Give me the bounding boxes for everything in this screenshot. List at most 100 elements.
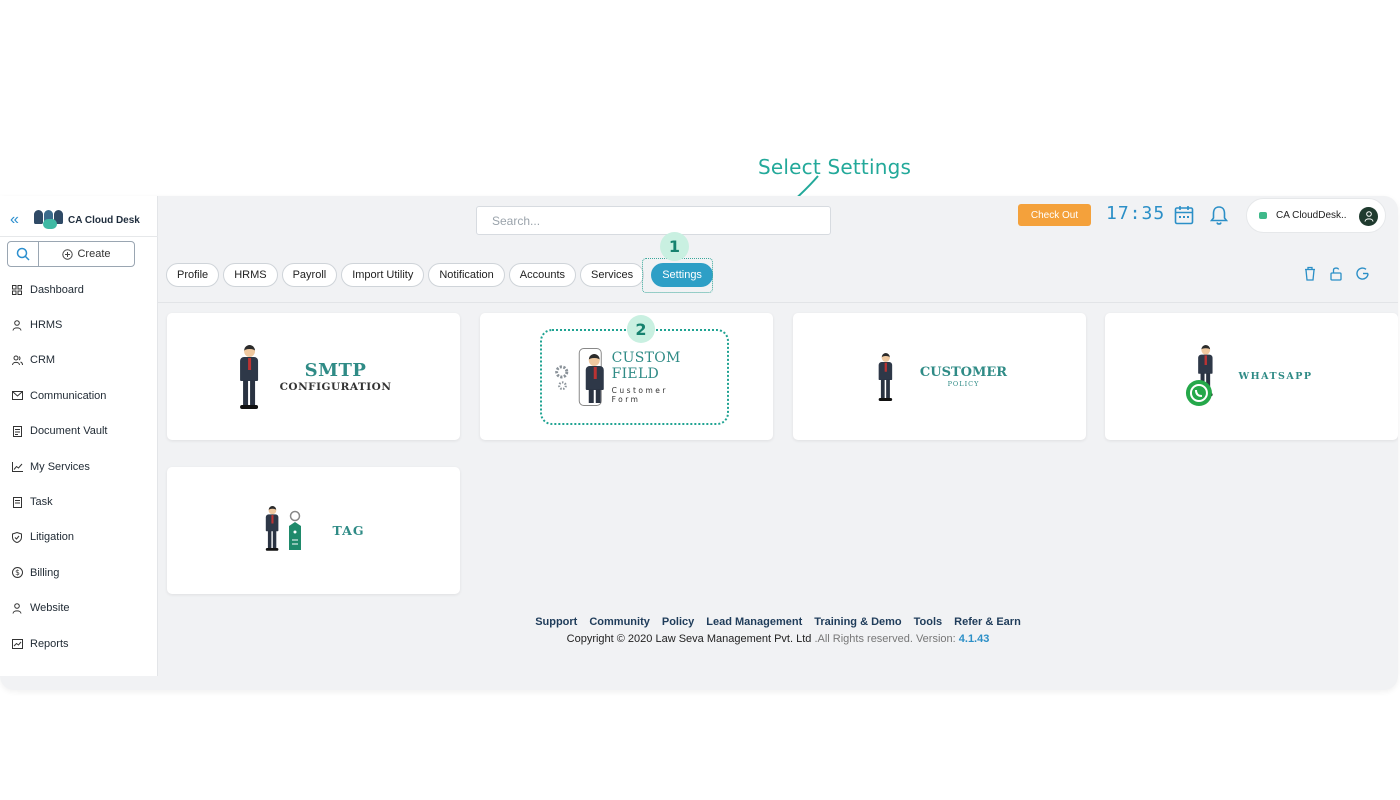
tab-notification[interactable]: Notification — [428, 263, 505, 287]
sidebar-item-label: CRM — [30, 354, 56, 367]
card-subtitle: CONFIGURATION — [279, 381, 392, 393]
whatsapp-card[interactable]: WHATSAPP — [1105, 313, 1398, 440]
card-title: WHATSAPP — [1238, 371, 1313, 382]
tag-illustration: TAG — [263, 505, 365, 556]
settings-tab-highlight — [642, 258, 713, 293]
businessman-figure — [1185, 344, 1220, 409]
card-title: SMTP — [304, 360, 367, 381]
search-input[interactable]: Search... — [476, 206, 831, 235]
search-create-group: Create — [7, 241, 135, 267]
footer-link-support[interactable]: Support — [529, 616, 583, 628]
sidebar-item-website[interactable]: Website — [0, 591, 158, 626]
sidebar-item-reports[interactable]: Reports — [0, 626, 158, 661]
chart-icon — [11, 461, 23, 473]
tab-hrms[interactable]: HRMS — [223, 263, 278, 287]
document-icon — [11, 425, 23, 437]
footer-link-tools[interactable]: Tools — [908, 616, 949, 628]
brand: « CA Cloud Desk — [10, 204, 140, 236]
refresh-icon[interactable] — [1355, 266, 1370, 281]
topbar: Search... Check Out 17:35 CA CloudDesk.. — [158, 196, 1398, 242]
card-subtitle: POLICY — [947, 380, 980, 388]
custom-field-highlight — [540, 329, 729, 425]
mail-icon — [11, 390, 23, 402]
divider — [158, 302, 1398, 303]
shield-icon — [11, 531, 23, 543]
tab-accounts[interactable]: Accounts — [508, 263, 576, 287]
whatsapp-illustration: WHATSAPP — [1185, 344, 1313, 409]
bell-icon[interactable] — [1210, 205, 1228, 226]
customer-policy-card[interactable]: CUSTOMER POLICY — [793, 313, 1086, 440]
footer-link-training-demo[interactable]: Training & Demo — [808, 616, 907, 628]
sidebar-item-communication[interactable]: Communication — [0, 378, 158, 413]
task-icon — [11, 496, 23, 508]
smtp-configuration-card[interactable]: SMTP CONFIGURATION — [167, 313, 460, 440]
divider — [0, 236, 158, 237]
footer-copyright: Copyright © 2020 Law Seva Management Pvt… — [158, 633, 1398, 645]
version-number: 4.1.43 — [958, 633, 990, 645]
create-button[interactable]: Create — [39, 242, 134, 266]
version-label: Version: — [915, 633, 956, 645]
whatsapp-icon — [1185, 379, 1212, 406]
tag-card[interactable]: TAG — [167, 467, 460, 594]
tab-services[interactable]: Services — [580, 263, 645, 287]
profile-menu[interactable]: CA CloudDesk.. — [1246, 198, 1386, 233]
sidebar-item-hrms[interactable]: HRMS — [0, 307, 158, 342]
sidebar-item-label: Billing — [30, 566, 60, 579]
sidebar-item-label: Dashboard — [30, 283, 84, 296]
copyright-text: Copyright © 2020 Law Seva Management Pvt… — [566, 633, 812, 645]
search-icon — [16, 247, 30, 261]
tab-import-utility[interactable]: Import Utility — [341, 263, 425, 287]
trash-icon[interactable] — [1303, 266, 1317, 281]
footer-link-policy[interactable]: Policy — [656, 616, 700, 628]
svg-text:$: $ — [15, 569, 20, 578]
sidebar-item-dashboard[interactable]: Dashboard — [0, 272, 158, 307]
tab-payroll[interactable]: Payroll — [281, 263, 338, 287]
sidebar-item-document-vault[interactable]: Document Vault — [0, 414, 158, 449]
dollar-icon: $ — [11, 567, 23, 579]
create-label: Create — [77, 248, 111, 260]
card-title: TAG — [332, 523, 365, 538]
footer-link-community[interactable]: Community — [583, 616, 656, 628]
footer-links: Support Community Policy Lead Management… — [158, 616, 1398, 628]
sidebar-item-label: Reports — [30, 637, 69, 650]
sidebar-item-my-services[interactable]: My Services — [0, 449, 158, 484]
avatar[interactable] — [1359, 207, 1378, 226]
sidebar-item-litigation[interactable]: Litigation — [0, 520, 158, 555]
calendar-icon[interactable] — [1174, 205, 1194, 225]
rights-text: .All Rights reserved. — [814, 633, 913, 645]
clock: 17:35 — [1106, 203, 1166, 224]
sidebar-item-task[interactable]: Task — [0, 484, 158, 519]
businessman-figure — [263, 505, 307, 556]
company-icon — [1259, 212, 1267, 219]
sidebar-item-label: Document Vault — [30, 425, 108, 438]
step-badge-1: 1 — [660, 232, 689, 261]
brand-title: CA Cloud Desk — [68, 214, 140, 226]
grid-icon — [11, 284, 23, 296]
sidebar-item-label: Website — [30, 602, 70, 615]
sidebar-item-crm[interactable]: CRM — [0, 343, 158, 378]
users-icon — [11, 354, 23, 366]
sidebar-search-button[interactable] — [8, 242, 39, 266]
footer-link-refer-earn[interactable]: Refer & Earn — [948, 616, 1027, 628]
logo — [34, 207, 64, 233]
smtp-illustration: SMTP CONFIGURATION — [236, 344, 392, 409]
card-title: CUSTOMER — [919, 365, 1008, 380]
tab-profile[interactable]: Profile — [166, 263, 220, 287]
customer-policy-illustration: CUSTOMER POLICY — [872, 345, 1007, 409]
user-icon — [1364, 211, 1373, 222]
custom-field-card[interactable]: CUSTOM FIELD Customer Form 2 — [480, 313, 773, 440]
settings-tabs: Profile HRMS Payroll Import Utility Noti… — [166, 263, 713, 287]
collapse-sidebar-icon[interactable]: « — [10, 211, 32, 229]
plus-circle-icon — [62, 248, 74, 260]
unlock-icon[interactable] — [1329, 266, 1343, 281]
step-badge-2: 2 — [627, 315, 655, 343]
sidebar-item-label: Communication — [30, 389, 107, 402]
tag-icon — [288, 510, 301, 550]
footer-link-lead-management[interactable]: Lead Management — [700, 616, 808, 628]
app-window: « CA Cloud Desk Create Dashboard HRMS CR… — [0, 196, 1398, 690]
sidebar-item-billing[interactable]: $ Billing — [0, 555, 158, 590]
sidebar-item-label: HRMS — [30, 319, 63, 332]
businessman-figure — [875, 352, 895, 401]
check-out-button[interactable]: Check Out — [1018, 204, 1091, 226]
sidebar-item-label: Task — [30, 496, 53, 509]
